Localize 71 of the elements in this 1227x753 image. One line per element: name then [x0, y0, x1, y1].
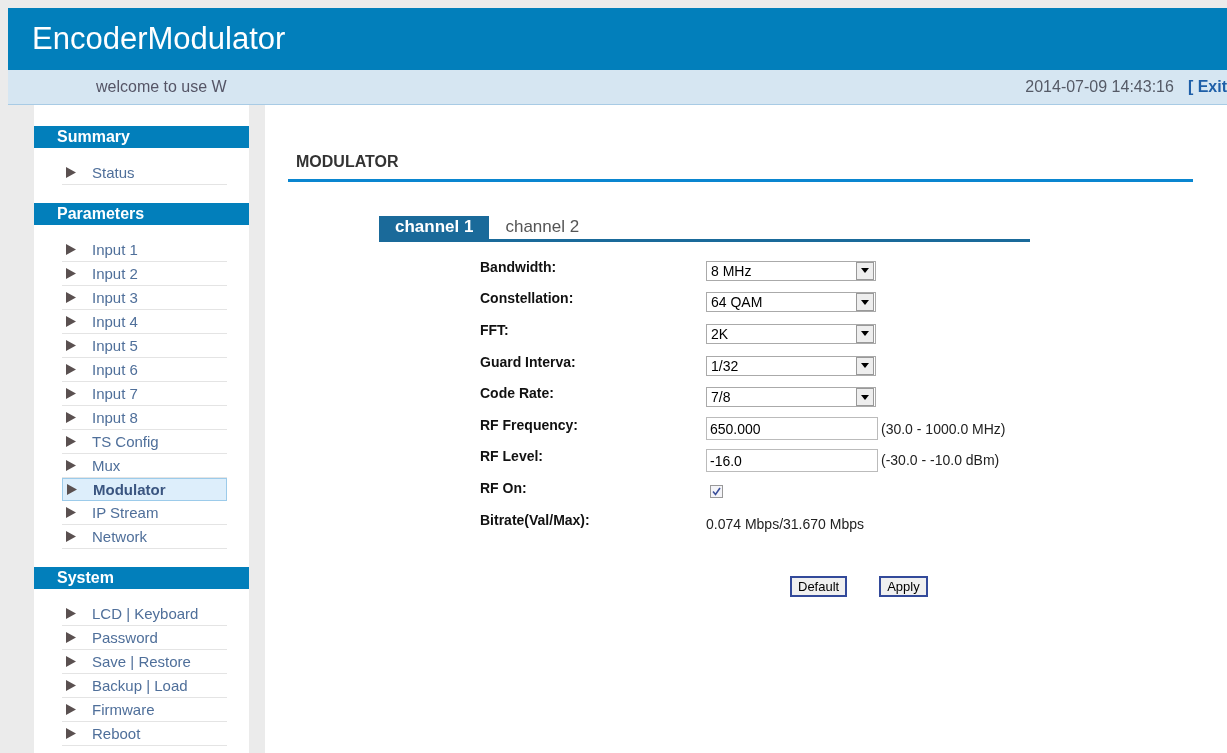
datetime-text: 2014-07-09 14:43:16	[1025, 78, 1174, 96]
action-button[interactable]: Default	[790, 576, 848, 598]
triangle-icon	[66, 507, 76, 518]
action-button[interactable]: Apply	[879, 576, 928, 598]
sidebar-item[interactable]: Network	[62, 525, 227, 549]
triangle-icon	[66, 364, 76, 375]
channel-tab[interactable]: channel 1	[379, 216, 490, 239]
field-label: Code Rate:	[480, 385, 555, 402]
dropdown[interactable]: 1/32	[706, 355, 876, 376]
sidebar-item[interactable]: Input 4	[62, 310, 227, 334]
field-label: RF On:	[480, 479, 528, 496]
triangle-icon	[66, 268, 76, 279]
triangle-icon	[66, 244, 76, 255]
triangle-icon	[66, 167, 76, 178]
page-title: MODULATOR	[288, 153, 1193, 182]
dropdown[interactable]: 2K	[706, 324, 876, 344]
field-label: Bandwidth:	[480, 258, 558, 275]
triangle-icon	[66, 728, 76, 739]
sidebar-item[interactable]: Modulator	[62, 478, 227, 501]
field-label: Bitrate(Val/Max):	[480, 511, 591, 528]
sidebar-item[interactable]: Password	[62, 626, 227, 650]
triangle-icon	[66, 412, 76, 423]
input-field[interactable]: 650.000	[706, 417, 878, 441]
dropdown[interactable]: 8 MHz	[706, 260, 876, 281]
triangle-icon	[66, 388, 76, 399]
triangle-icon	[66, 632, 76, 643]
dropdown[interactable]: 7/8	[706, 387, 876, 408]
triangle-icon	[66, 531, 76, 542]
field-label: RF Frequency:	[480, 416, 579, 433]
sidebar-item[interactable]: Firmware	[62, 698, 227, 722]
sidebar-item[interactable]: Input 3	[62, 286, 227, 310]
field-label: Constellation:	[480, 290, 575, 307]
sidebar-item[interactable]: Input 1	[62, 238, 227, 262]
sidebar-item[interactable]: Input 2	[62, 262, 227, 286]
input-field[interactable]: -16.0	[706, 448, 878, 472]
triangle-icon	[66, 704, 76, 715]
triangle-icon	[66, 292, 76, 303]
sidebar-item[interactable]: TS Config	[62, 430, 227, 454]
sidebar-item[interactable]: Input 7	[62, 382, 227, 406]
triangle-icon	[66, 680, 76, 691]
checkbox[interactable]	[710, 485, 723, 499]
exit-link[interactable]: [ Exit	[1187, 78, 1227, 96]
sidebar-item[interactable]: Input 6	[62, 358, 227, 382]
range-hint: (30.0 - 1000.0 MHz)	[881, 420, 1006, 437]
triangle-icon	[67, 484, 77, 495]
bitrate-value: 0.074 Mbps/31.670 Mbps	[706, 515, 864, 532]
triangle-icon	[66, 608, 76, 619]
sidebar-item[interactable]: IP Stream	[62, 501, 227, 525]
triangle-icon	[66, 340, 76, 351]
sidebar-item[interactable]: Reboot	[62, 722, 227, 746]
field-label: RF Level:	[480, 448, 544, 465]
triangle-icon	[66, 656, 76, 667]
range-hint: (-30.0 - -10.0 dBm)	[881, 452, 1000, 469]
sidebar-item[interactable]: Backup | Load	[62, 674, 227, 698]
field-label: Guard Interva:	[480, 353, 577, 370]
triangle-icon	[66, 460, 76, 471]
section-heading: Parameters	[34, 203, 249, 225]
triangle-icon	[66, 436, 76, 447]
channel-tab[interactable]: channel 2	[489, 216, 596, 239]
field-label: FFT:	[480, 322, 510, 338]
sidebar-item[interactable]: Save | Restore	[62, 650, 227, 674]
section-heading: System	[34, 567, 249, 589]
dropdown[interactable]: 64 QAM	[706, 292, 876, 313]
sidebar-item[interactable]: Input 8	[62, 406, 227, 430]
sidebar-item[interactable]: Input 5	[62, 334, 227, 358]
welcome-text: welcome to use W	[96, 78, 227, 96]
app-title: EncoderModulator	[32, 21, 286, 57]
triangle-icon	[66, 316, 76, 327]
sidebar-item[interactable]: Status	[62, 161, 227, 185]
sidebar-item[interactable]: LCD | Keyboard	[62, 602, 227, 626]
section-heading: Summary	[34, 126, 249, 148]
